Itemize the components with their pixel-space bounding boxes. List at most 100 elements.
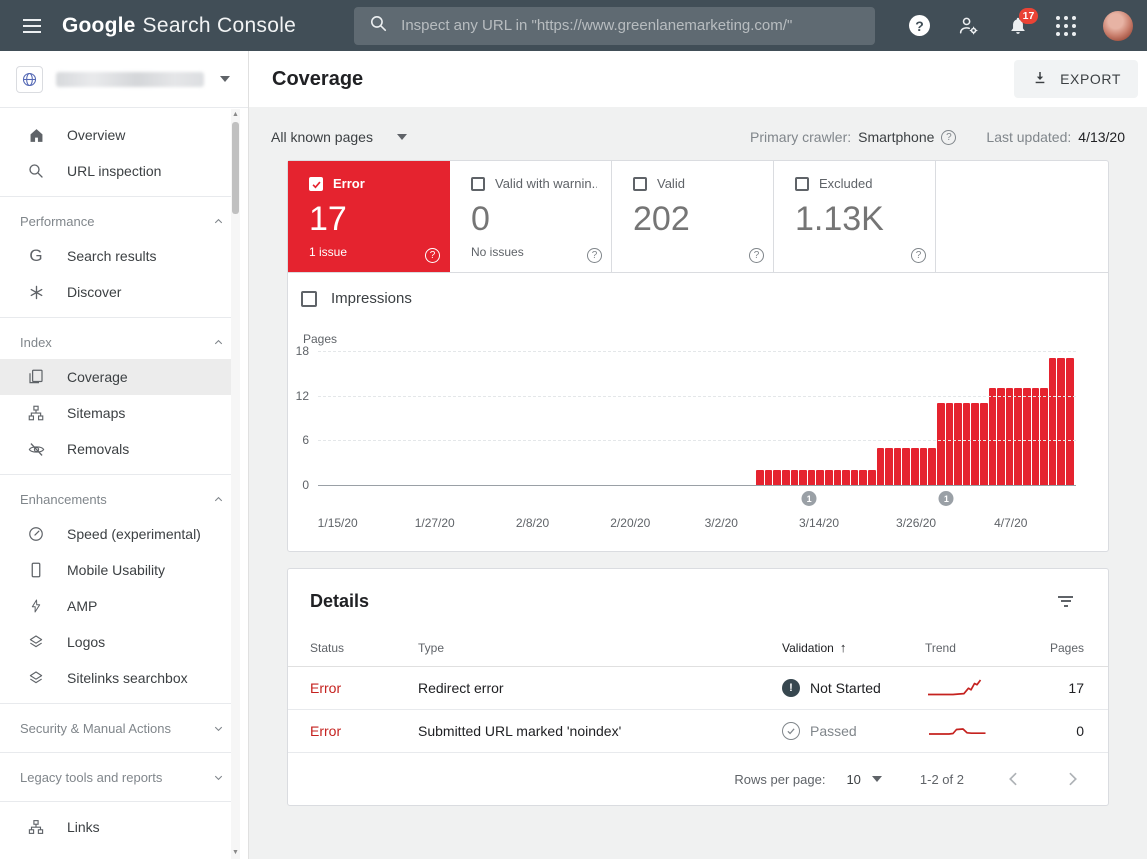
avatar[interactable]	[1103, 11, 1133, 41]
column-validation-sort[interactable]: Validation↑	[782, 640, 925, 655]
app-logo: Google Search Console	[62, 14, 296, 38]
filter-icon[interactable]	[1054, 589, 1077, 613]
status-card-valid-with-warnings[interactable]: Valid with warnin... 0 No issues ?	[450, 161, 612, 272]
chart-bar	[1040, 388, 1048, 485]
chart-bar	[1014, 388, 1022, 485]
topbar: Google Search Console ? 17	[0, 0, 1147, 51]
chart-bar	[756, 470, 764, 485]
layers-icon	[26, 668, 46, 688]
help-circle-icon[interactable]: ?	[911, 248, 926, 263]
status-card-valid[interactable]: Valid 202 ?	[612, 161, 774, 272]
sort-ascending-icon: ↑	[840, 640, 847, 655]
sidebar-item-mobile-usability[interactable]: Mobile Usability	[0, 552, 232, 588]
sidebar-item-discover[interactable]: Discover	[0, 274, 232, 310]
sidebar-item-url-inspection[interactable]: URL inspection	[0, 153, 232, 189]
chevron-down-icon	[212, 771, 225, 784]
rows-per-page-dropdown[interactable]: 10	[846, 772, 881, 787]
y-tick-label: 12	[296, 389, 309, 403]
sidebar-item-removals[interactable]: Removals	[0, 431, 232, 467]
chart-bar	[1049, 358, 1057, 485]
chart-bar	[937, 403, 945, 485]
sidebar-item-overview[interactable]: Overview	[0, 117, 232, 153]
checkbox-unchecked-icon[interactable]	[633, 177, 647, 191]
checkbox-unchecked-icon[interactable]	[471, 177, 485, 191]
url-inspect-searchbox[interactable]	[354, 7, 875, 45]
help-circle-icon[interactable]: ?	[425, 248, 440, 263]
sidebar-item-amp[interactable]: AMP	[0, 588, 232, 624]
x-tick-label: 1/15/20	[318, 516, 358, 530]
eye-off-icon	[26, 439, 46, 459]
chart-bar	[1006, 388, 1014, 485]
section-legacy-tools[interactable]: Legacy tools and reports	[0, 760, 232, 794]
trend-sparkline	[925, 719, 1014, 743]
table-row[interactable]: Error Redirect error ! Not Started 17	[288, 667, 1108, 710]
table-row[interactable]: Error Submitted URL marked 'noindex' Pas…	[288, 710, 1108, 753]
chevron-down-icon	[397, 134, 407, 140]
impressions-checkbox[interactable]: Impressions	[301, 290, 1076, 307]
divider	[0, 703, 232, 704]
column-type: Type	[418, 641, 782, 655]
row-type: Redirect error	[418, 680, 782, 696]
sidebar-item-search-results[interactable]: G Search results	[0, 238, 232, 274]
chart-annotation-marker[interactable]: 1	[802, 491, 817, 506]
sidebar-scrollbar[interactable]: ▲ ▼	[231, 109, 240, 859]
chevron-down-icon	[220, 76, 230, 82]
section-index[interactable]: Index	[0, 325, 232, 359]
chevron-up-icon	[212, 336, 225, 349]
sidebar-item-links[interactable]: Links	[0, 809, 232, 845]
help-circle-icon[interactable]: ?	[749, 248, 764, 263]
pages-icon	[26, 367, 46, 387]
column-trend: Trend	[925, 641, 1014, 655]
help-circle-icon[interactable]: ?	[941, 130, 956, 145]
chart-bar	[868, 470, 876, 485]
property-selector[interactable]	[0, 51, 248, 108]
divider	[0, 801, 232, 802]
help-icon[interactable]: ?	[909, 15, 930, 36]
status-card-excluded[interactable]: Excluded 1.13K ?	[774, 161, 936, 272]
apps-grid-icon[interactable]	[1056, 16, 1076, 36]
sidebar-item-sitemaps[interactable]: Sitemaps	[0, 395, 232, 431]
sidebar-item-coverage[interactable]: Coverage	[0, 359, 232, 395]
chart-bar	[765, 470, 773, 485]
export-button[interactable]: EXPORT	[1014, 60, 1138, 98]
bolt-icon	[26, 596, 46, 616]
gridline	[318, 351, 1076, 352]
checkbox-unchecked-icon[interactable]	[795, 177, 809, 191]
scrollbar-thumb[interactable]	[232, 122, 239, 214]
search-input[interactable]	[401, 17, 860, 34]
scroll-up-arrow-icon[interactable]: ▲	[231, 110, 240, 120]
page-scope-dropdown[interactable]: All known pages	[271, 129, 407, 145]
notifications-bell-icon[interactable]: 17	[1007, 15, 1029, 37]
chevron-down-icon	[212, 722, 225, 735]
pagination-range: 1-2 of 2	[920, 772, 964, 787]
scroll-down-arrow-icon[interactable]: ▼	[231, 848, 240, 858]
sidebar-item-label: URL inspection	[67, 163, 161, 179]
sidebar-item-logos[interactable]: Logos	[0, 624, 232, 660]
table-footer: Rows per page: 10 1-2 of 2	[288, 753, 1108, 805]
chart-bar	[963, 403, 971, 485]
y-tick-label: 6	[302, 433, 309, 447]
checkbox-checked-icon[interactable]	[309, 177, 323, 191]
chart-bar	[808, 470, 816, 485]
help-circle-icon[interactable]: ?	[587, 248, 602, 263]
phone-icon	[26, 560, 46, 580]
section-enhancements[interactable]: Enhancements	[0, 482, 232, 516]
sidebar-item-sitelinks-searchbox[interactable]: Sitelinks searchbox	[0, 660, 232, 696]
chevron-up-icon	[212, 493, 225, 506]
chart-bar	[799, 470, 807, 485]
chart-bar	[1057, 358, 1065, 485]
next-page-icon[interactable]	[1058, 765, 1086, 793]
user-settings-icon[interactable]	[957, 14, 980, 37]
section-security-manual-actions[interactable]: Security & Manual Actions	[0, 711, 232, 745]
x-tick-label: 2/20/20	[610, 516, 650, 530]
chart-bar	[1066, 358, 1074, 485]
hamburger-icon[interactable]	[12, 6, 52, 46]
section-performance[interactable]: Performance	[0, 204, 232, 238]
sidebar-item-speed[interactable]: Speed (experimental)	[0, 516, 232, 552]
previous-page-icon[interactable]	[1000, 765, 1028, 793]
checkbox-unchecked-icon[interactable]	[301, 291, 317, 307]
status-card-error[interactable]: Error 17 1 issue ?	[288, 161, 450, 272]
topbar-actions: ? 17	[909, 11, 1133, 41]
chart-annotation-marker[interactable]: 1	[939, 491, 954, 506]
passed-check-icon	[782, 722, 800, 740]
